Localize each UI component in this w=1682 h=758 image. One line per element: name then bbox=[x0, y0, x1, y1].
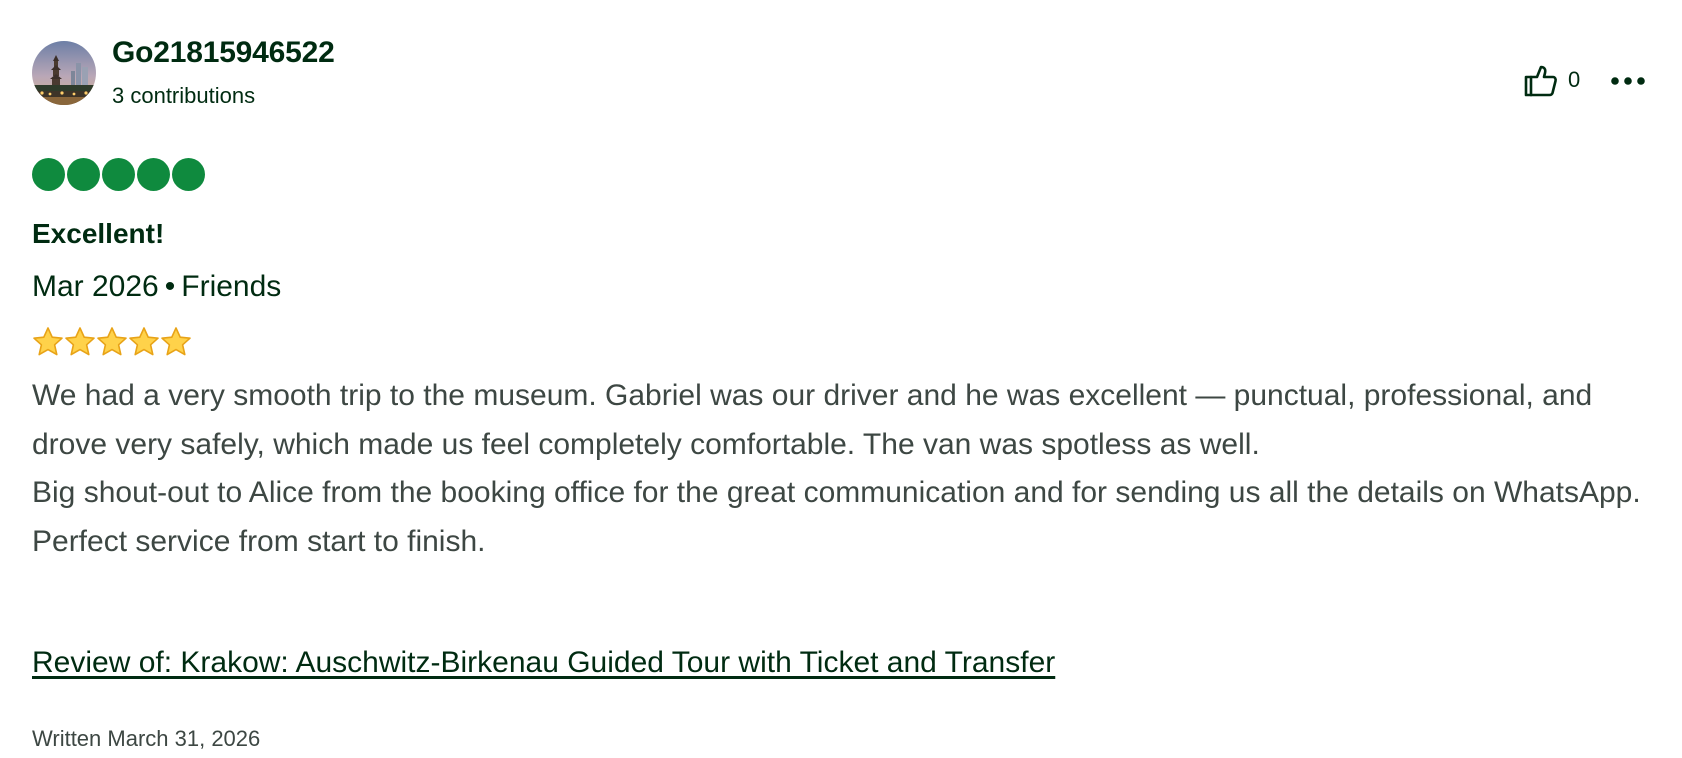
helpful-vote-button[interactable]: 0 bbox=[1522, 62, 1580, 98]
trip-info: Mar 2026 • Friends bbox=[32, 270, 281, 304]
more-options-icon bbox=[1611, 77, 1645, 85]
rating-bubble bbox=[172, 158, 205, 191]
star-emoji-icon bbox=[65, 327, 95, 356]
rating-bubble bbox=[137, 158, 170, 191]
star-emoji-icon bbox=[161, 327, 191, 356]
thumbs-up-icon bbox=[1524, 65, 1557, 97]
review-paragraph: Big shout-out to Alice from the booking … bbox=[32, 476, 1641, 509]
helpful-count: 0 bbox=[1568, 67, 1581, 92]
star-emoji-icon bbox=[97, 327, 127, 356]
rating-bubble bbox=[67, 158, 100, 191]
trip-date: Mar 2026 bbox=[32, 270, 159, 303]
rating-bubble bbox=[102, 158, 135, 191]
avatar-photo bbox=[32, 41, 96, 105]
star-emoji-icon bbox=[129, 327, 159, 356]
review-body: We had a very smooth trip to the museum.… bbox=[32, 372, 1672, 566]
review-of-link[interactable]: Review of: Krakow: Auschwitz-Birkenau Gu… bbox=[32, 646, 1055, 680]
star-emoji-icon bbox=[33, 327, 63, 356]
review-card: Go21815946522 3 contributions 0 Excellen… bbox=[0, 0, 1682, 758]
star-emoji-row bbox=[32, 326, 192, 358]
avatar[interactable] bbox=[32, 41, 96, 105]
rating-bubble bbox=[32, 158, 65, 191]
reviewer-username[interactable]: Go21815946522 bbox=[112, 36, 335, 70]
written-date: Written March 31, 2026 bbox=[32, 726, 261, 751]
more-options-button[interactable] bbox=[1610, 66, 1646, 96]
review-paragraph: We had a very smooth trip to the museum.… bbox=[32, 379, 1593, 461]
trip-type: Friends bbox=[181, 270, 282, 303]
trip-info-separator: • bbox=[164, 270, 176, 303]
reviewer-contributions: 3 contributions bbox=[112, 83, 256, 108]
bubble-rating bbox=[32, 158, 205, 191]
review-title: Excellent! bbox=[32, 218, 165, 249]
review-paragraph: Perfect service from start to finish. bbox=[32, 524, 486, 558]
